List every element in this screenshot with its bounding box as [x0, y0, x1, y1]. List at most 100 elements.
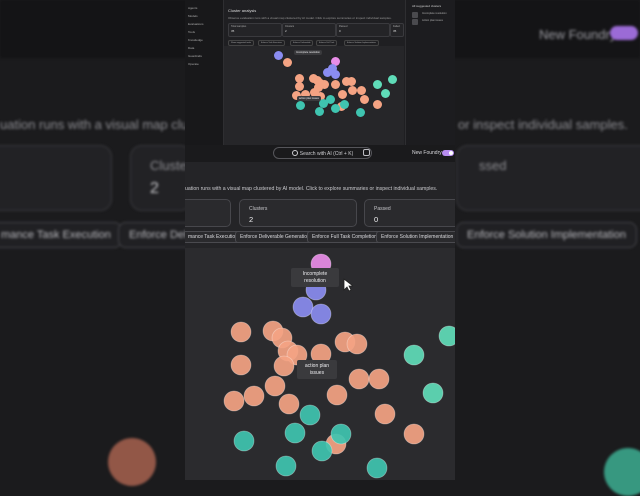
cluster-sample-dot[interactable]: [346, 333, 368, 355]
mini-cluster-dot: [296, 101, 306, 111]
cluster-sample-dot[interactable]: [299, 404, 321, 426]
background-card-passed: ssed: [456, 145, 640, 211]
mini-nav-item[interactable]: Models: [185, 12, 223, 20]
cluster-sample-dot[interactable]: [330, 423, 352, 445]
zoomed-cluster-analysis: uation runs with a visual map clustered …: [185, 162, 455, 480]
cluster-sample-dot[interactable]: [310, 303, 332, 325]
cluster-sample-dot[interactable]: [275, 455, 297, 477]
mini-cluster-dot: [274, 51, 283, 61]
mini-nav-item[interactable]: Knowledge: [185, 36, 223, 44]
cluster-sample-dot[interactable]: [403, 344, 425, 366]
cluster-sample-dot[interactable]: [230, 321, 252, 343]
mini-cluster-dot: [330, 69, 340, 79]
mini-cluster-dot: [331, 103, 341, 113]
passed-label: Passed: [374, 206, 391, 212]
mini-cluster-dot: [337, 89, 347, 99]
background-description: uation runs with a visual map clusters: [0, 117, 217, 132]
mini-cluster-dot: [346, 77, 356, 87]
mini-stat-card: Total samples 35: [228, 23, 282, 37]
background-chip: Enforce Solution Implementation: [456, 222, 637, 248]
cluster-sample-dot[interactable]: [326, 384, 348, 406]
tooltip-incomplete-resolution: Incomplete resolution: [291, 268, 339, 287]
stat-card-clusters: Clusters 2: [239, 199, 357, 227]
background-new-foundry-label: New Foundry: [539, 27, 617, 42]
mini-nav-item[interactable]: Agents: [185, 4, 223, 12]
mini-cluster-dot: [339, 99, 349, 109]
stat-card-total: [185, 199, 231, 227]
mini-cluster-dot: [283, 58, 292, 68]
mini-cluster-dot: [347, 85, 357, 95]
passed-value: 0: [374, 215, 379, 224]
mini-description: Observe evaluation runs with a visual ma…: [228, 16, 392, 20]
cluster-sample-dot[interactable]: [273, 355, 295, 377]
background-cluster-dot: [604, 448, 640, 496]
mini-nav-item[interactable]: Evaluations: [185, 20, 223, 28]
mini-app-preview: Agents Models Evaluations Tools Knowledg…: [185, 0, 455, 145]
mini-cluster-dot: [372, 99, 382, 109]
background-card: [0, 145, 112, 211]
mini-cluster-dot: [372, 79, 382, 89]
ai-search-input[interactable]: Search with AI (Ctrl + K): [273, 147, 372, 159]
mini-tooltip-action-plan: action plan issues: [297, 96, 321, 101]
cluster-sample-dot[interactable]: [264, 375, 286, 397]
stat-card-passed: Passed 0: [364, 199, 455, 227]
mini-cluster-dot: [355, 107, 365, 117]
mini-right-panel: All suggested clusters Incomplete resolu…: [405, 0, 455, 145]
cluster-sample-dot[interactable]: [230, 354, 252, 376]
clusters-value: 2: [249, 215, 254, 224]
mini-page-title: Cluster analysis: [228, 8, 257, 13]
mini-cluster-dot: [314, 107, 324, 117]
mini-cluster-dot: [388, 75, 398, 85]
mini-main: Cluster analysis Download Observe evalua…: [224, 4, 452, 145]
mini-sidebar: Agents Models Evaluations Tools Knowledg…: [185, 0, 224, 145]
suggested-task-chip[interactable]: Enforce Deliverable Generation: [235, 231, 315, 243]
mini-nav-item[interactable]: Data: [185, 44, 223, 52]
suggested-task-chip[interactable]: Enforce Solution Implementation: [376, 231, 455, 243]
tooltip-action-plan-issues: action plan issues: [297, 360, 337, 379]
cluster-sample-dot[interactable]: [366, 457, 388, 479]
cluster-sample-dot[interactable]: [278, 393, 300, 415]
background-toggle: [610, 26, 638, 40]
mini-tooltip-incomplete: Incomplete resolution: [294, 50, 322, 55]
screen-recording-column: Agents Models Evaluations Tools Knowledg…: [185, 0, 455, 480]
mini-stat-card: Passed 0: [336, 23, 390, 37]
mini-cluster-dot: [381, 89, 391, 99]
cluster-sample-dot[interactable]: [292, 296, 314, 318]
cluster-sample-dot[interactable]: [422, 382, 444, 404]
new-foundry-toggle[interactable]: [442, 149, 454, 156]
mini-right-panel-title: All suggested clusters: [412, 4, 442, 8]
cluster-sample-dot[interactable]: [438, 325, 455, 347]
mini-nav-item[interactable]: Guardrails: [185, 52, 223, 60]
mini-stat-card: Clusters 2: [282, 23, 336, 37]
search-placeholder: Search with AI (Ctrl + K): [299, 151, 354, 157]
suggested-task-chip[interactable]: Enforce Full Task Completion: [307, 231, 382, 243]
cluster-sample-dot[interactable]: [223, 390, 245, 412]
cluster-sample-dot[interactable]: [233, 430, 255, 452]
mini-cluster-dot: [356, 85, 366, 95]
mini-nav-item[interactable]: Operate: [185, 60, 223, 68]
search-icon: [291, 149, 298, 156]
mini-nav-item[interactable]: Tools: [185, 28, 223, 36]
cluster-sample-dot[interactable]: [348, 368, 370, 390]
mini-cluster-dot: [359, 94, 369, 104]
background-cluster-dot: [108, 438, 156, 486]
mini-cluster-list-item[interactable]: Action plan issues: [406, 17, 455, 25]
background-card-clusters: Clusters 2: [130, 145, 198, 211]
cluster-thumbnail-icon: [412, 19, 418, 25]
copilot-icon[interactable]: [363, 149, 370, 156]
cluster-sample-dot[interactable]: [311, 440, 333, 462]
mini-cluster-dot: [330, 79, 340, 89]
cluster-sample-dot[interactable]: [403, 423, 425, 445]
clusters-label: Clusters: [249, 206, 268, 212]
cluster-sample-dot[interactable]: [284, 422, 306, 444]
mini-stat-card: Failed 35: [390, 23, 404, 37]
new-foundry-label: New Foundry: [412, 150, 442, 156]
cluster-sample-dot[interactable]: [374, 403, 396, 425]
mini-cluster-list-item[interactable]: Incomplete resolution: [406, 10, 455, 18]
cluster-map[interactable]: Incomplete resolution action plan issues: [185, 248, 455, 480]
cluster-sample-dot[interactable]: [368, 368, 390, 390]
background-description-suffix: or inspect individual samples.: [458, 117, 628, 132]
top-bar: Search with AI (Ctrl + K) New Foundry: [185, 145, 455, 162]
mouse-cursor: [343, 278, 353, 292]
cluster-sample-dot[interactable]: [243, 385, 265, 407]
